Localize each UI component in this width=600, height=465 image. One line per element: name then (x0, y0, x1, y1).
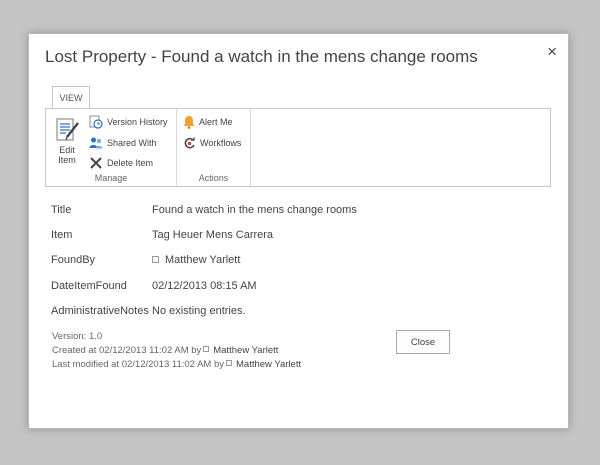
version-history-label: Version History (107, 117, 168, 127)
edit-item-button[interactable]: Edit Item (52, 117, 82, 165)
field-value-administrativenotes: No existing entries. (152, 305, 246, 317)
shared-with-icon (89, 137, 103, 149)
edit-item-icon (56, 118, 79, 141)
item-dialog: Lost Property - Found a watch in the men… (28, 33, 569, 429)
version-text: Version: 1.0 (52, 331, 103, 342)
field-label-title: Title (51, 204, 72, 216)
workflows-button[interactable]: Workflows (183, 136, 241, 150)
actions-group-label: Actions (198, 173, 229, 183)
edit-label-line2: Item (58, 155, 76, 165)
version-history-icon (89, 115, 103, 129)
ribbon-group-manage: Edit Item Version History Shared With De… (46, 109, 177, 186)
close-icon[interactable]: × (547, 43, 557, 60)
field-value-dateitemfound: 02/12/2013 08:15 AM (152, 280, 257, 292)
ribbon-group-actions: Alert Me Workflows Actions (177, 109, 251, 186)
presence-icon (152, 255, 159, 263)
modified-by-link[interactable]: Matthew Yarlett (236, 359, 301, 370)
alert-me-label: Alert Me (199, 117, 233, 127)
field-label-administrativenotes: AdministrativeNotes (51, 305, 149, 317)
delete-item-icon (90, 157, 102, 169)
manage-group-label: Manage (94, 173, 128, 183)
field-value-item: Tag Heuer Mens Carrera (152, 229, 274, 241)
foundby-person-link[interactable]: Matthew Yarlett (165, 254, 240, 266)
delete-item-label: Delete Item (107, 158, 154, 168)
field-label-foundby: FoundBy (51, 254, 96, 266)
modified-text: Last modified at 02/12/2013 11:02 AM by M… (52, 359, 301, 370)
dialog-title: Lost Property - Found a watch in the men… (45, 47, 478, 66)
field-label-item: Item (51, 229, 73, 241)
field-label-dateitemfound: DateItemFound (51, 280, 127, 292)
alert-me-icon (183, 116, 195, 129)
ribbon: Edit Item Version History Shared With De… (45, 108, 551, 187)
created-prefix: Created at 02/12/2013 11:02 AM by (52, 345, 202, 356)
workflows-icon (184, 137, 195, 148)
created-by-link[interactable]: Matthew Yarlett (213, 345, 278, 356)
edit-label-line1: Edit (59, 145, 75, 155)
field-value-foundby[interactable]: Matthew Yarlett (152, 254, 240, 266)
field-value-title: Found a watch in the mens change rooms (152, 204, 357, 216)
delete-item-button[interactable]: Delete Item (89, 156, 153, 170)
version-history-button[interactable]: Version History (89, 115, 168, 129)
shared-with-label: Shared With (107, 138, 157, 148)
close-button[interactable]: Close (396, 330, 450, 354)
created-text: Created at 02/12/2013 11:02 AM by Matthew… (52, 345, 278, 356)
presence-icon (203, 346, 210, 353)
workflows-label: Workflows (200, 138, 242, 148)
alert-me-button[interactable]: Alert Me (183, 115, 233, 129)
presence-icon (226, 360, 232, 367)
modified-prefix: Last modified at 02/12/2013 11:02 AM by (52, 359, 224, 370)
shared-with-button[interactable]: Shared With (89, 136, 157, 150)
tab-view[interactable]: VIEW (52, 86, 90, 108)
